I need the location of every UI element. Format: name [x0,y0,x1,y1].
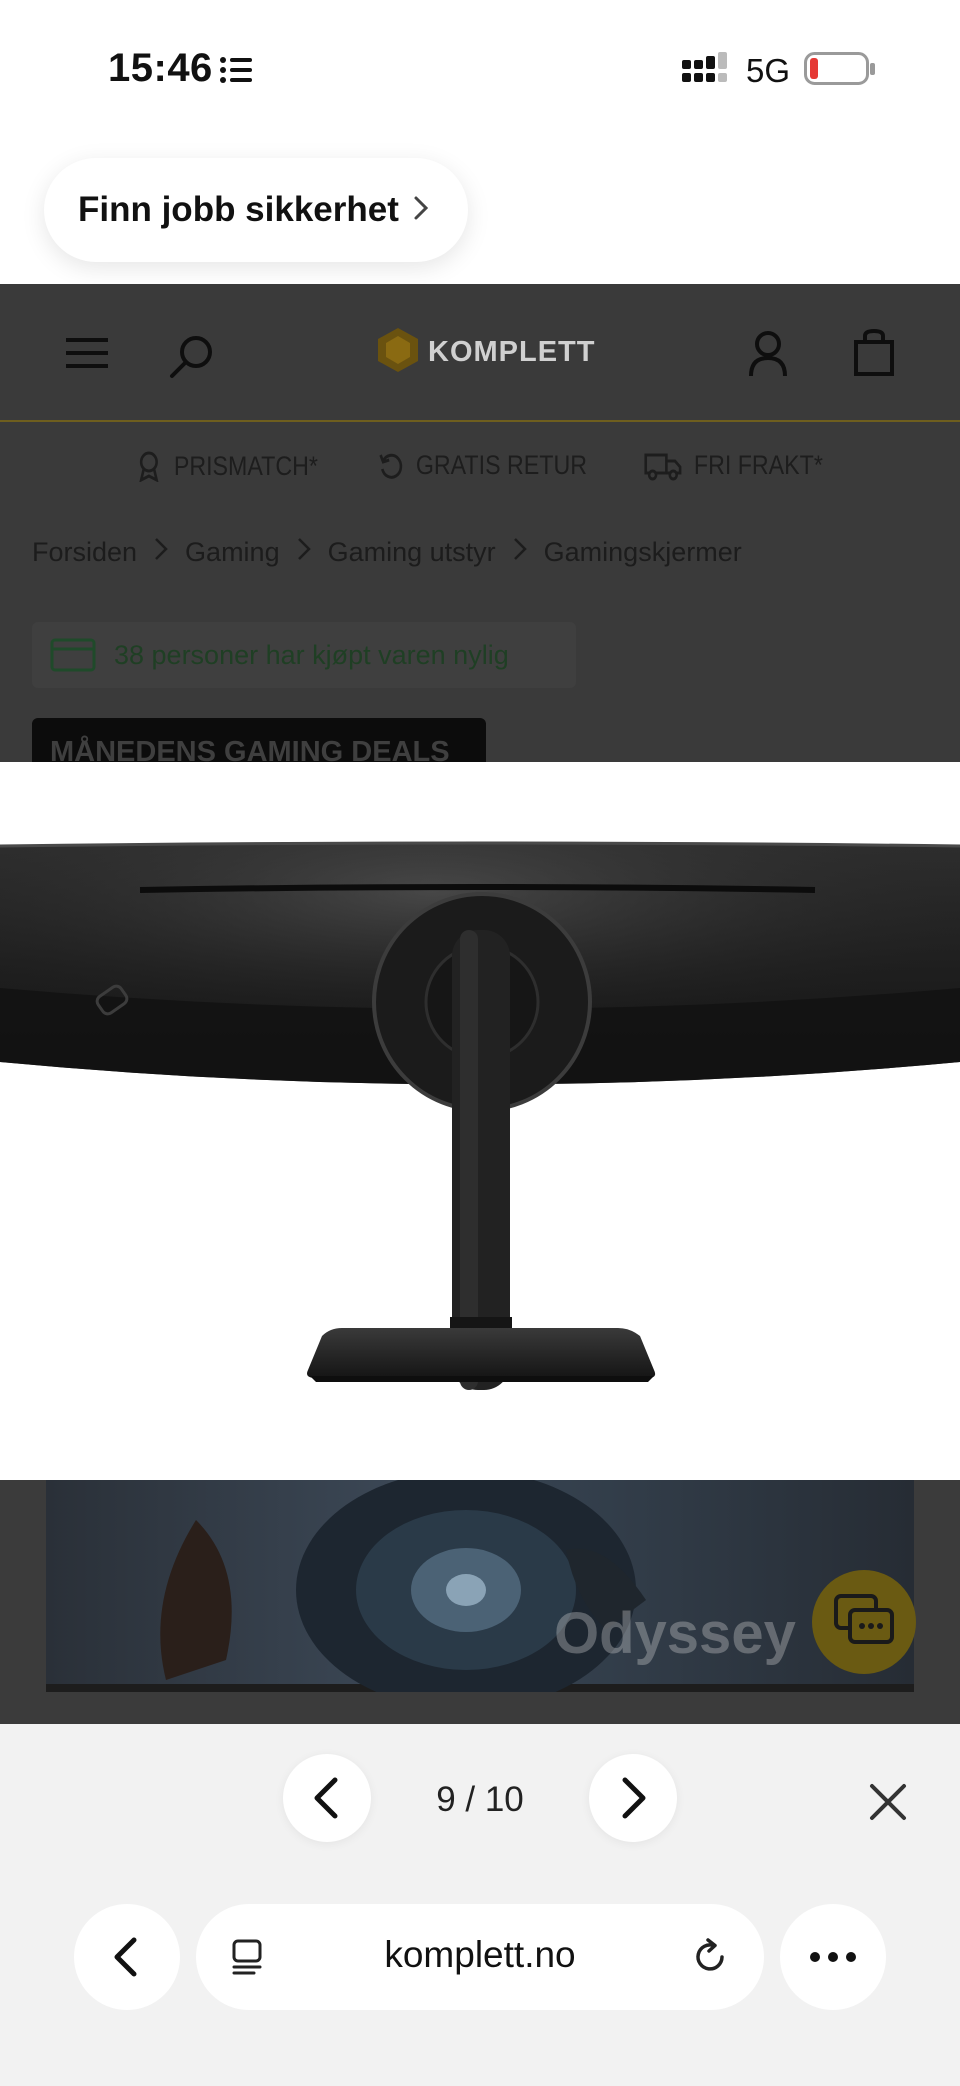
reload-icon[interactable] [690,1937,730,1977]
status-bar: 15:46 5G [0,0,960,140]
usp-label: FRI FRAKT* [693,450,823,480]
breadcrumb-item[interactable]: Gaming utstyr [328,537,496,568]
more-icon [810,1952,856,1962]
job-link-pill[interactable]: Finn jobb sikkerhet [44,158,468,262]
product-watermark: Odyssey [554,1601,796,1666]
chevron-left-icon [314,1777,338,1819]
recent-purchases-notice: 38 personer har kjøpt varen nylig [32,622,576,688]
menu-icon[interactable] [66,336,108,375]
chevron-right-icon [153,536,169,569]
chevron-right-icon [413,195,429,226]
address-bar[interactable]: komplett.no [196,1904,764,2010]
network-type: 5G [746,52,791,89]
url-text: komplett.no [384,1934,576,1975]
dimmed-product-page: KOMPLETT PRISMATCH* GRATIS RETUR FRI FRA… [0,284,960,762]
breadcrumb-item[interactable]: Forsiden [32,537,137,568]
return-icon [379,453,403,479]
credit-card-icon [50,638,96,672]
usp-label: PRISMATCH* [173,450,318,481]
usp-prismatch: PRISMATCH* [136,450,318,482]
chevron-right-icon [512,536,528,569]
usp-gratis-retur: GRATIS RETUR [378,450,587,481]
back-button[interactable] [74,1904,180,2010]
search-icon[interactable] [168,332,216,385]
image-counter: 9 / 10 [436,1780,524,1819]
list-icon [220,56,254,89]
chat-icon [834,1594,894,1644]
komplett-logo[interactable]: KOMPLETT [378,328,596,377]
komplett-logo-mark [378,328,418,377]
close-viewer-button[interactable] [862,1776,914,1833]
breadcrumb: Forsiden Gaming Gaming utstyr Gamingskje… [32,536,742,569]
browser-toolbar: komplett.no [0,1904,960,2014]
job-link-label: Finn jobb sikkerhet [78,190,399,229]
site-header: KOMPLETT [0,284,960,422]
next-image-button[interactable] [589,1754,677,1842]
chevron-right-icon [296,536,312,569]
banner-area: Finn jobb sikkerhet [0,140,960,284]
battery-icon [804,52,876,91]
brand-name: KOMPLETT [428,336,596,368]
chevron-right-icon [622,1777,646,1819]
breadcrumb-item[interactable]: Gaming [185,537,280,568]
chat-button[interactable] [812,1570,916,1674]
recent-purchases-text: 38 personer har kjøpt varen nylig [114,639,509,670]
award-icon [139,451,159,482]
user-icon[interactable] [748,330,788,383]
prev-image-button[interactable] [283,1754,371,1842]
usp-label: GRATIS RETUR [415,450,587,480]
breadcrumb-item[interactable]: Gamingskjermer [544,537,742,568]
image-viewer-controls: 9 / 10 komplett.no [0,1724,960,2086]
truck-icon [644,453,682,480]
usp-fri-frakt: FRI FRAKT* [644,450,823,481]
deals-badge: MÅNEDENS GAMING DEALS [32,718,486,762]
cellular-signal-icon [682,52,730,91]
close-icon [870,1784,906,1820]
cart-icon[interactable] [852,328,896,383]
product-image-viewer[interactable] [0,762,960,1480]
back-arrow-icon [114,1937,137,1977]
usp-row: PRISMATCH* GRATIS RETUR FRI FRAKT* [0,450,960,510]
monitor-rear-image [0,841,960,1390]
more-button[interactable] [780,1904,886,2010]
product-image-next: Odyssey [0,1480,960,1724]
status-time: 15:46 [108,46,213,90]
